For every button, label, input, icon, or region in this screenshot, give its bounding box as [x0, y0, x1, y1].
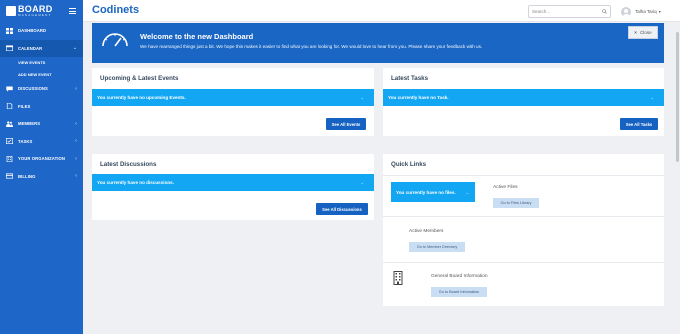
sidebar-item-billing[interactable]: BILLING ‹ — [0, 168, 83, 186]
events-panel-title: Upcoming & Latest Events — [100, 75, 179, 82]
search-placeholder: Search... — [532, 9, 551, 14]
sidebar-item-tasks[interactable]: TASKS ‹ — [0, 133, 83, 151]
see-all-discussions-button[interactable]: See All Discussions — [316, 203, 368, 215]
chevron-down-icon: ⌄ — [465, 189, 469, 195]
quick-links-panel: Quick Links You currently have no files.… — [383, 154, 664, 306]
tasks-panel: Latest Tasks You currently have no Task.… — [383, 68, 664, 136]
brand[interactable]: BOARD MANAGEMENT — [0, 0, 83, 22]
chevron-down-icon: ⌄ — [650, 95, 654, 100]
sidebar-item-your-organization[interactable]: YOUR ORGANIZATION ‹ — [0, 150, 83, 168]
sidebar-item-label: CALENDAR — [18, 45, 43, 51]
close-icon: × — [634, 30, 637, 35]
quick-links-title: Quick Links — [391, 161, 427, 168]
billing-icon — [6, 173, 13, 179]
active-files-label: Active Files — [493, 185, 518, 190]
menu-toggle-icon[interactable] — [69, 8, 76, 14]
user-menu[interactable]: Talha Tariq ▾ — [621, 6, 661, 17]
sidebar-item-dashboard[interactable]: DASHBOARD — [0, 22, 83, 40]
see-all-events-button[interactable]: See All Events — [326, 118, 366, 130]
search-input[interactable]: Search... — [528, 5, 611, 18]
welcome-banner: Welcome to the new Dashboard We have rea… — [92, 23, 664, 63]
brand-logo-text: BOARD MANAGEMENT — [18, 5, 53, 17]
active-members-label: Active Members — [409, 229, 444, 234]
discussions-empty-message: You currently have no discussions. ⌄ — [92, 174, 374, 191]
files-empty-text: You currently have no files. — [396, 189, 456, 195]
sidebar-item-files[interactable]: FILES — [0, 98, 83, 116]
chevron-left-icon: ‹ — [75, 120, 77, 127]
page-title: Codinets — [92, 4, 140, 16]
dashboard-icon — [6, 27, 13, 34]
events-panel: Upcoming & Latest Events You currently h… — [92, 68, 374, 136]
sidebar-item-members[interactable]: MEMBERS ‹ — [0, 115, 83, 133]
chevron-down-icon: ⌄ — [72, 45, 77, 52]
chevron-left-icon: ‹ — [75, 155, 77, 162]
close-button-label: Close — [639, 30, 652, 35]
close-button[interactable]: × Close — [628, 26, 658, 39]
dashboard-gauge-icon — [102, 33, 128, 47]
sidebar-item-label: BILLING — [18, 173, 36, 179]
divider — [383, 216, 664, 217]
brand-tagline: MANAGEMENT — [18, 13, 52, 17]
general-board-information-label: General Board Information — [431, 274, 488, 279]
sidebar-item-label: MEMBERS — [18, 121, 41, 127]
go-to-board-information-button[interactable]: Go to Board Information — [431, 287, 487, 297]
sidebar-item-label: FILES — [18, 103, 31, 109]
members-icon — [6, 121, 13, 127]
tasks-empty-text: You currently have no Task. — [388, 95, 449, 100]
events-empty-text: You currently have no upcoming Events. — [97, 95, 186, 100]
files-icon — [6, 103, 13, 110]
discussions-panel: Latest Discussions You currently have no… — [92, 154, 374, 220]
sidebar-subitem-add-new-event[interactable]: ADD NEW EVENT — [0, 69, 83, 81]
sidebar-item-label: DASHBOARD — [18, 28, 47, 34]
go-to-files-library-button[interactable]: Go to Files Library — [493, 198, 539, 208]
brand-logo-icon — [6, 6, 16, 16]
discussions-panel-title: Latest Discussions — [100, 161, 157, 168]
scrollbar[interactable] — [675, 22, 680, 334]
divider — [383, 262, 664, 263]
calendar-icon — [6, 45, 13, 52]
search-icon — [602, 9, 607, 14]
tasks-empty-message: You currently have no Task. ⌄ — [383, 89, 664, 106]
welcome-text: We have rearranged things just a bit. We… — [140, 44, 483, 49]
files-empty-message: You currently have no files. ⌄ — [391, 182, 475, 202]
chevron-left-icon: ‹ — [75, 85, 77, 92]
divider — [383, 175, 664, 176]
go-to-member-directory-button[interactable]: Go to Member Directory — [409, 242, 465, 252]
sidebar-item-label: YOUR ORGANIZATION — [18, 156, 65, 162]
scrollbar-thumb[interactable] — [676, 32, 679, 162]
user-name: Talha Tariq — [635, 9, 657, 14]
welcome-title: Welcome to the new Dashboard — [140, 32, 254, 41]
chevron-left-icon: ‹ — [75, 138, 77, 145]
sidebar-item-label: TASKS — [18, 138, 33, 144]
chevron-down-icon: ▾ — [658, 9, 661, 14]
discussions-icon — [6, 86, 13, 92]
avatar — [621, 6, 631, 17]
discussions-empty-text: You currently have no discussions. — [97, 180, 175, 185]
events-empty-message: You currently have no upcoming Events. ⌄ — [92, 89, 374, 106]
sidebar-item-discussions[interactable]: DISCUSSIONS ‹ — [0, 80, 83, 98]
tasks-panel-title: Latest Tasks — [391, 75, 429, 82]
sidebar-item-calendar[interactable]: CALENDAR ⌄ — [0, 39, 83, 57]
chevron-down-icon: ⌄ — [360, 180, 364, 185]
organization-icon — [6, 155, 13, 162]
chevron-left-icon: ‹ — [75, 173, 77, 180]
tasks-icon — [6, 138, 13, 145]
sidebar-item-label: DISCUSSIONS — [18, 86, 48, 92]
sidebar: BOARD MANAGEMENT DASHBOARD CALENDAR ⌄ VI… — [0, 0, 83, 334]
see-all-tasks-button[interactable]: See All Tasks — [620, 118, 658, 130]
sidebar-subitem-view-events[interactable]: VIEW EVENTS — [0, 57, 83, 69]
chevron-down-icon: ⌄ — [360, 95, 364, 100]
building-icon — [393, 271, 403, 285]
topbar: Codinets Search... Talha Tariq ▾ — [83, 0, 680, 22]
